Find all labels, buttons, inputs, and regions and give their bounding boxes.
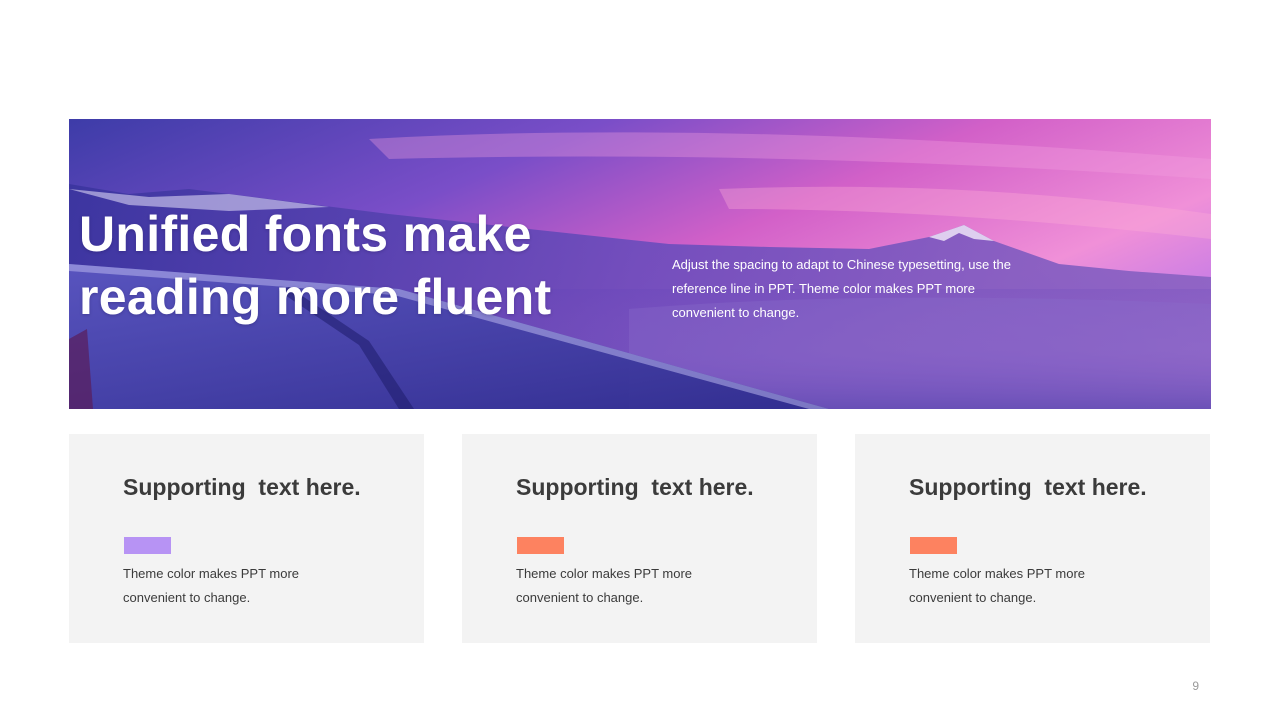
supporting-card-3: Supporting text here. Theme color makes … xyxy=(855,434,1210,643)
card-accent-bar xyxy=(124,537,171,554)
slide: Unified fonts make reading more fluent A… xyxy=(0,0,1280,720)
card-title: Supporting text here. xyxy=(516,474,754,500)
card-text: Theme color makes PPT more convenient to… xyxy=(516,566,693,605)
card-accent-bar xyxy=(910,537,957,554)
hero-banner: Unified fonts make reading more fluent A… xyxy=(69,119,1211,409)
hero-description: Adjust the spacing to adapt to Chinese t… xyxy=(672,257,1011,320)
card-text: Theme color makes PPT more convenient to… xyxy=(123,566,300,605)
supporting-card-2: Supporting text here. Theme color makes … xyxy=(462,434,817,643)
card-accent-bar xyxy=(517,537,564,554)
card-title: Supporting text here. xyxy=(123,474,361,500)
hero-title: Unified fonts make reading more fluent xyxy=(79,206,552,325)
page-number: 9 xyxy=(1192,679,1199,693)
card-text: Theme color makes PPT more convenient to… xyxy=(909,566,1086,605)
card-title: Supporting text here. xyxy=(909,474,1147,500)
supporting-card-1: Supporting text here. Theme color makes … xyxy=(69,434,424,643)
